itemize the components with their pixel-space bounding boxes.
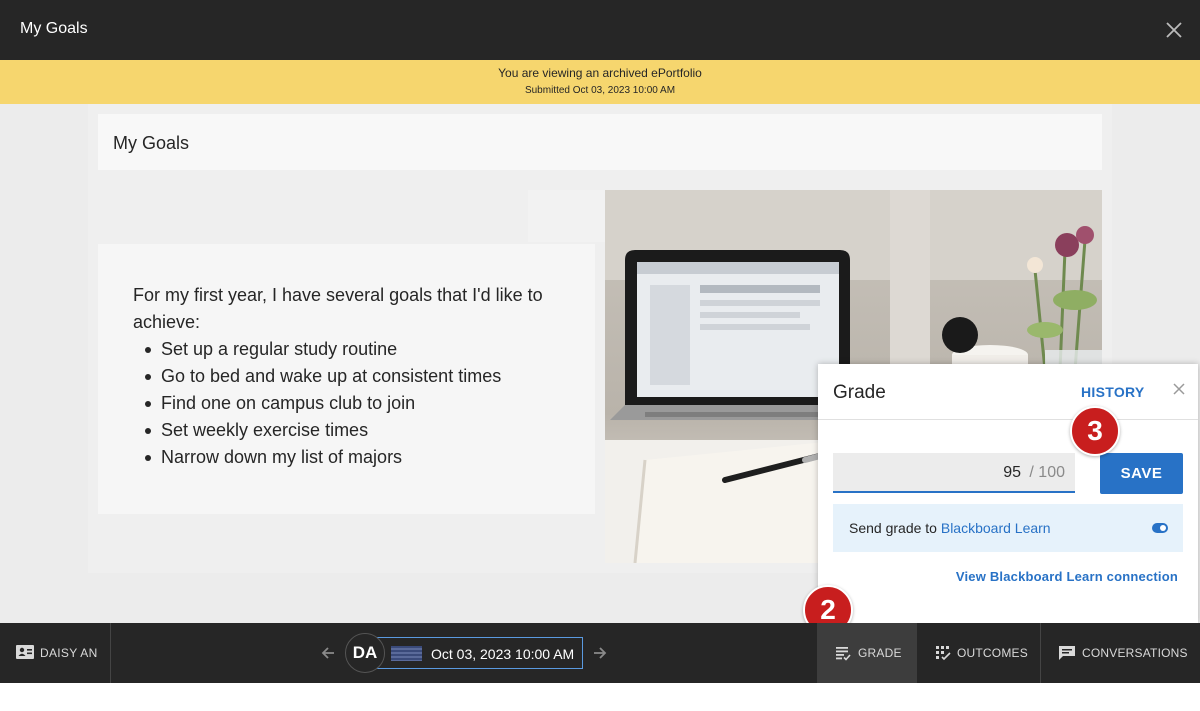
contact-card-icon [16, 645, 34, 659]
archive-banner: You are viewing an archived ePortfolio S… [0, 60, 1200, 104]
arrow-left-icon[interactable] [320, 645, 336, 661]
student-name: DAISY AN [40, 646, 98, 660]
submission-date: Oct 03, 2023 10:00 AM [431, 646, 575, 662]
tab-conversations-label: CONVERSATIONS [1082, 646, 1188, 660]
grade-list-icon [835, 645, 851, 661]
tab-conversations[interactable]: CONVERSATIONS [1041, 623, 1200, 683]
grade-input[interactable]: 95 / 100 [833, 453, 1075, 493]
tab-grade-label: GRADE [858, 646, 902, 660]
archive-message: You are viewing an archived ePortfolio [498, 66, 702, 80]
tab-grade[interactable]: GRADE [817, 623, 917, 683]
grade-value[interactable]: 95 [1003, 464, 1021, 482]
send-grade-row: Send grade to Blackboard Learn [833, 504, 1183, 552]
bottom-toolbar: DAISY AN Oct 03, 2023 10:00 AM DA GRADE … [0, 623, 1200, 683]
submission-thumbnail [391, 646, 422, 661]
image-strip [528, 190, 605, 242]
view-connection-link[interactable]: View Blackboard Learn connection [956, 569, 1178, 584]
window-title: My Goals [20, 20, 88, 37]
tab-outcomes[interactable]: OUTCOMES [917, 623, 1041, 683]
grade-panel-header: Grade HISTORY [818, 364, 1198, 420]
page-title: My Goals [98, 114, 1102, 170]
arrow-right-icon[interactable] [592, 645, 608, 661]
avatar: DA [345, 633, 385, 673]
send-grade-toggle[interactable] [1152, 523, 1168, 533]
blackboard-learn-link[interactable]: Blackboard Learn [941, 520, 1051, 536]
close-icon[interactable] [1164, 20, 1184, 40]
grade-panel: Grade HISTORY 95 / 100 SAVE Send grade t… [818, 364, 1198, 623]
outcomes-icon [935, 645, 951, 661]
history-link[interactable]: HISTORY [1081, 384, 1145, 400]
goals-intro: For my first year, I have several goals … [133, 285, 543, 332]
tab-outcomes-label: OUTCOMES [957, 646, 1028, 660]
grade-panel-title: Grade [833, 382, 886, 403]
submission-date-select[interactable]: Oct 03, 2023 10:00 AM [377, 637, 583, 669]
chat-icon [1058, 645, 1075, 661]
goal-item: Find one on campus club to join [143, 390, 595, 417]
goals-list: Set up a regular study routine Go to bed… [133, 336, 595, 471]
student-button[interactable]: DAISY AN [0, 623, 111, 683]
close-icon[interactable] [1172, 382, 1186, 396]
top-bar: My Goals [0, 0, 1200, 60]
grade-max: / 100 [1029, 464, 1065, 481]
goal-item: Go to bed and wake up at consistent time… [143, 363, 595, 390]
save-button[interactable]: SAVE [1100, 453, 1183, 494]
send-grade-prefix: Send grade to [849, 520, 941, 536]
goals-text-block: For my first year, I have several goals … [98, 244, 595, 514]
callout-badge: 3 [1070, 406, 1120, 456]
submitted-date: Submitted Oct 03, 2023 10:00 AM [524, 85, 676, 96]
goal-item: Set weekly exercise times [143, 417, 595, 444]
goal-item: Set up a regular study routine [143, 336, 595, 363]
send-grade-label: Send grade to Blackboard Learn [849, 520, 1051, 536]
goal-item: Narrow down my list of majors [143, 444, 595, 471]
